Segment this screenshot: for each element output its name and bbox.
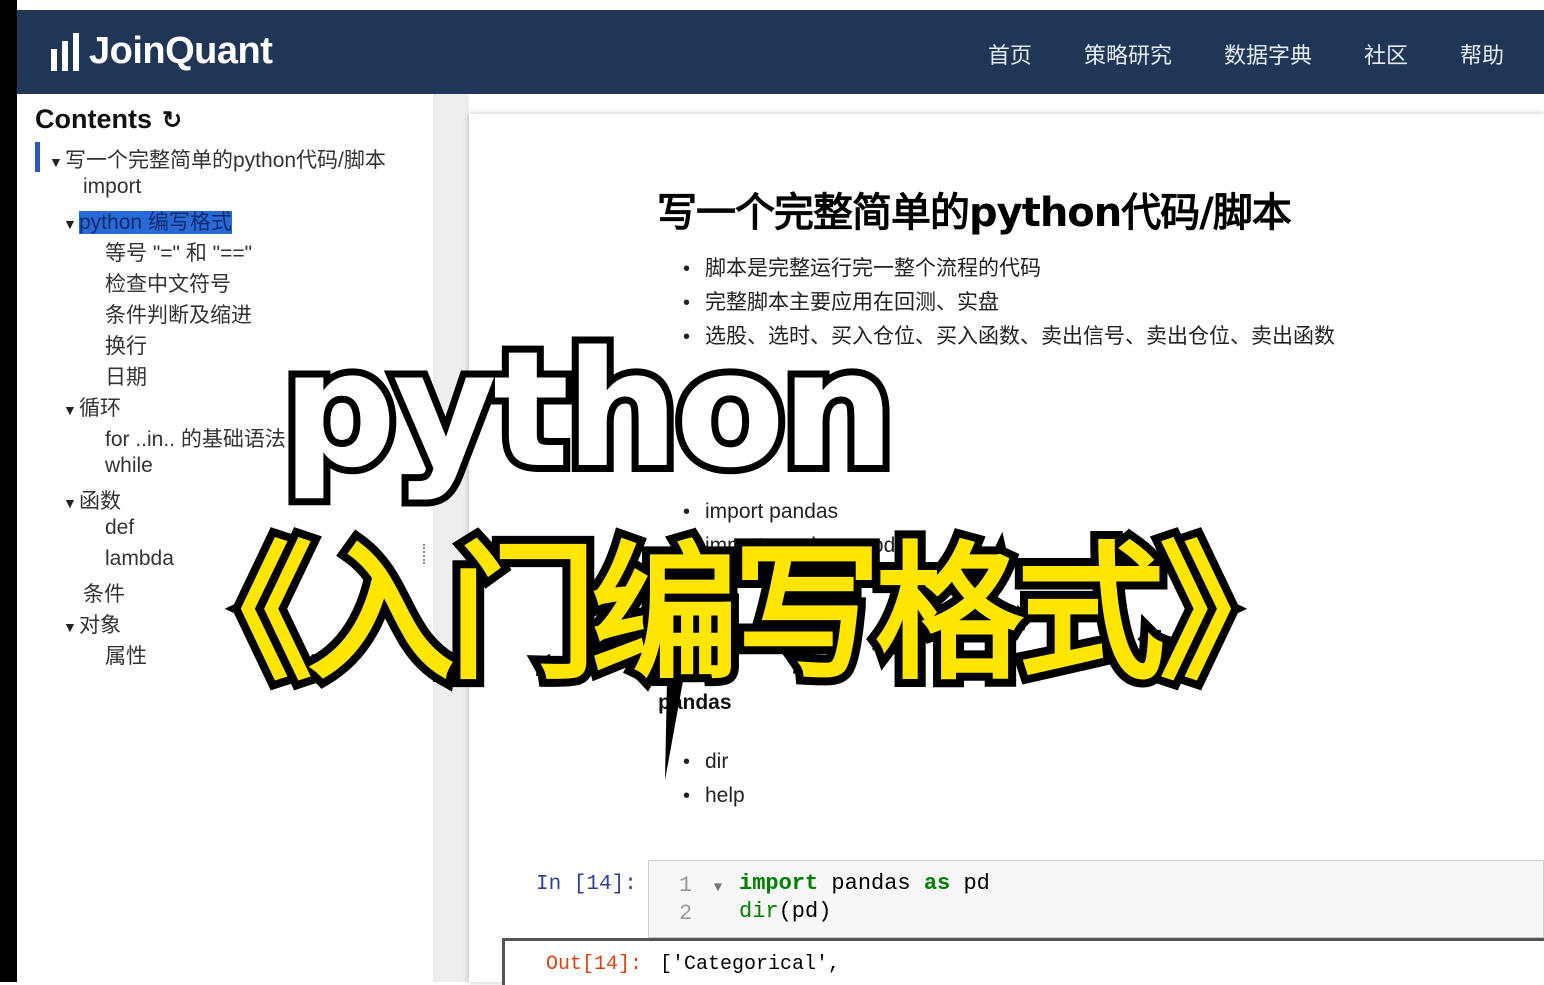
line-number: 2 [679,901,693,926]
toc-title: Contents ↻ [35,104,183,135]
selected-highlight: python 编写格式 [79,211,232,234]
input-prompt: In [14]: [536,873,637,896]
pandas-bullets: dir help [683,745,745,813]
joinquant-logo[interactable]: JoinQuant [51,30,273,73]
top-border [17,0,1544,10]
output-prompt: Out[14]: [546,953,643,976]
refresh-icon[interactable]: ↻ [162,106,182,135]
list-item: 完整脚本主要应用在回测、实盘 [683,286,1335,320]
toc-item-def[interactable]: def [105,516,134,540]
toc-item-conditions-indent[interactable]: 条件判断及缩进 [105,299,252,329]
toc-item-python-format[interactable]: ▼ python 编写格式 [63,206,232,236]
nav-menu: 首页 策略研究 数据字典 社区 帮助 [988,38,1504,70]
toc-item-condition[interactable]: 条件 [83,578,125,608]
nav-data-dictionary[interactable]: 数据字典 [1224,38,1312,70]
toc-item-lambda[interactable]: lambda [105,547,174,571]
caret-down-icon[interactable]: ▼ [63,402,79,418]
nav-strategy-research[interactable]: 策略研究 [1084,38,1172,70]
navbar: JoinQuant 首页 策略研究 数据字典 社区 帮助 [17,10,1544,94]
toc-item-loop[interactable]: ▼ 循环 [63,392,121,422]
nav-home[interactable]: 首页 [988,38,1032,70]
logo-bars-icon [51,32,79,71]
nav-community[interactable]: 社区 [1364,38,1408,70]
toc-item-date[interactable]: 日期 [105,361,147,391]
nav-help[interactable]: 帮助 [1460,38,1504,70]
toc-item-while[interactable]: while [105,454,153,478]
list-item: dir [683,745,745,779]
toc-item-main[interactable]: ▼ 写一个完整简单的python代码/脚本 [49,144,386,174]
page-title: 写一个完整简单的python代码/脚本 [657,190,1292,236]
toc-item-for-in[interactable]: for ..in.. 的基础语法 [105,423,286,453]
fold-arrow-icon[interactable]: ▼ [705,880,722,896]
brand-name: JoinQuant [89,30,273,72]
toc-item-newline[interactable]: 换行 [105,330,147,360]
toc-item-attribute[interactable]: 属性 [105,640,147,670]
toc-active-indicator [35,142,40,172]
line-number: 1 [679,873,693,898]
caret-down-icon[interactable]: ▼ [63,216,79,232]
overlay-python-title: python [275,316,902,503]
list-item: help [683,779,745,813]
overlay-chinese-title: 《入门编写格式》 [157,528,1315,700]
list-item: 脚本是完整运行完一整个流程的代码 [683,252,1335,286]
output-area [502,938,1544,985]
code-line-1: import pandas as pd [739,871,990,896]
toc-item-import[interactable]: import [83,175,141,199]
output-text: ['Categorical', [660,953,841,976]
toc-item-object[interactable]: ▼ 对象 [63,609,121,639]
code-line-2: dir(pd) [739,899,832,924]
caret-down-icon[interactable]: ▼ [63,495,79,511]
left-black-border [0,0,17,982]
toc-item-functions[interactable]: ▼ 函数 [63,485,121,515]
caret-down-icon[interactable]: ▼ [49,154,65,170]
toc-item-equals[interactable]: 等号 "=" 和 "==" [105,237,252,267]
toc-item-chinese-symbols[interactable]: 检查中文符号 [105,268,231,298]
code-editor[interactable]: 1 ▼ import pandas as pd 2 dir(pd) [648,860,1544,938]
caret-down-icon[interactable]: ▼ [63,619,79,635]
